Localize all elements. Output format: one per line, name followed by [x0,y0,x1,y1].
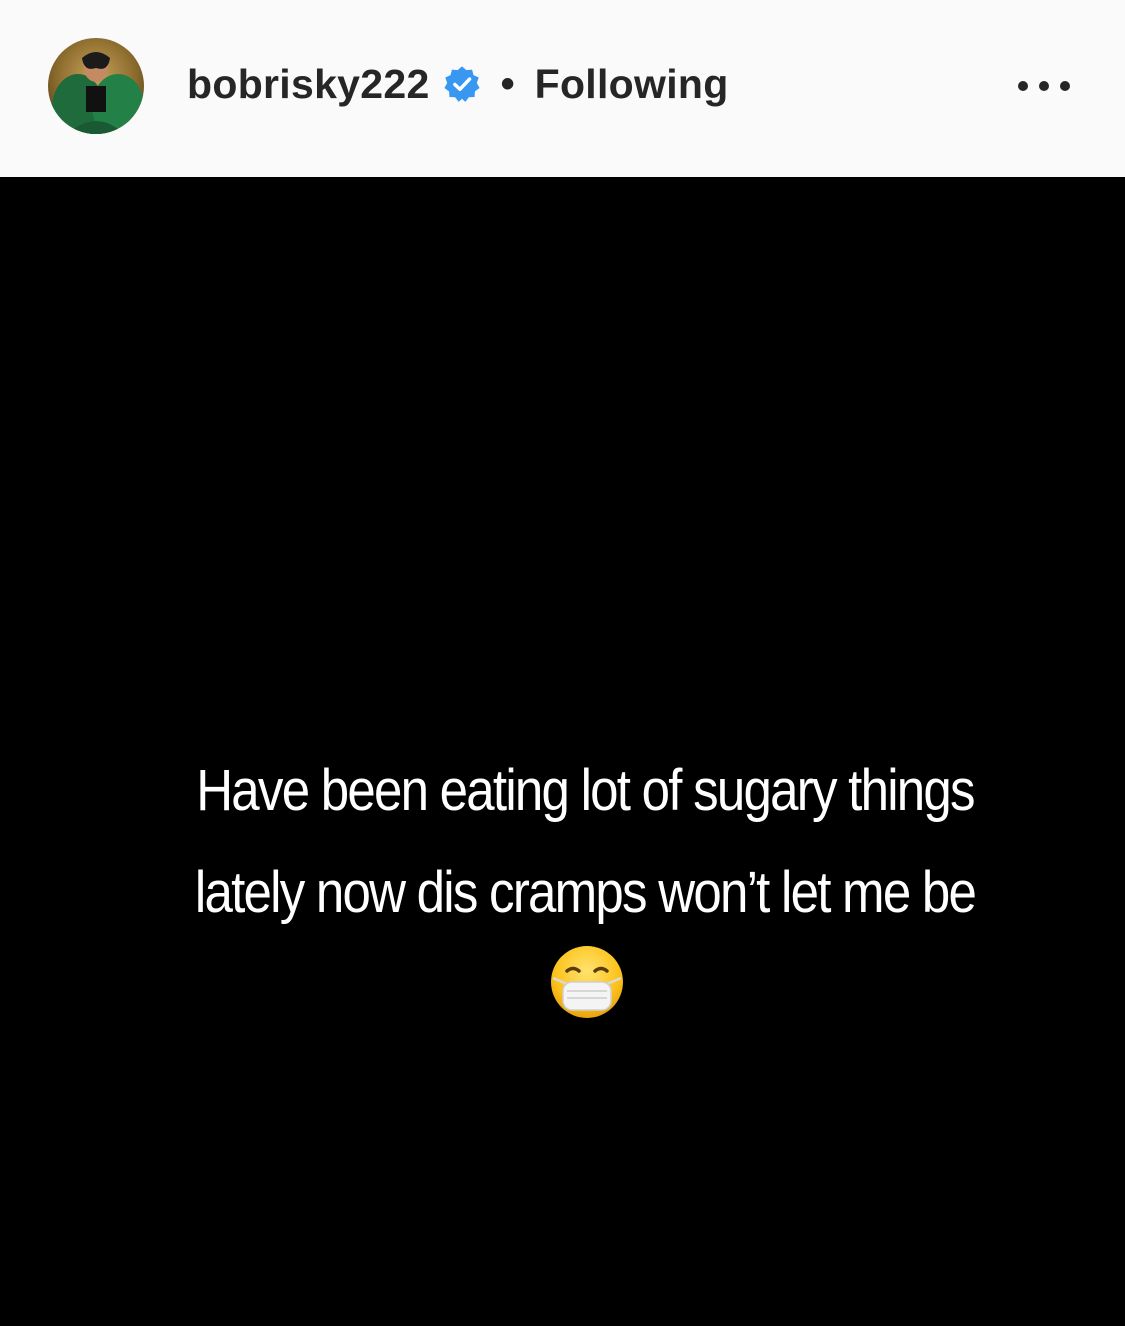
instagram-post: bobrisky222 • Following Have been eating… [0,0,1125,1326]
more-options-icon[interactable] [1018,70,1070,102]
post-header: bobrisky222 • Following [0,0,1125,177]
caption-line: lately now dis cramps won’t let me be [194,860,977,925]
caption-line: Have been eating lot of sugary things [196,758,975,823]
profile-avatar[interactable] [48,38,144,134]
header-text: bobrisky222 • Following [187,56,729,112]
post-caption: Have been eating lot of sugary things la… [123,740,1047,944]
more-dot [1039,81,1049,91]
verified-badge-icon [443,65,481,103]
face-with-medical-mask-icon [549,944,625,1020]
following-button[interactable]: Following [535,61,729,108]
separator-dot: • [500,62,515,106]
username[interactable]: bobrisky222 [187,61,430,108]
more-dot [1060,81,1070,91]
more-dot [1018,81,1028,91]
